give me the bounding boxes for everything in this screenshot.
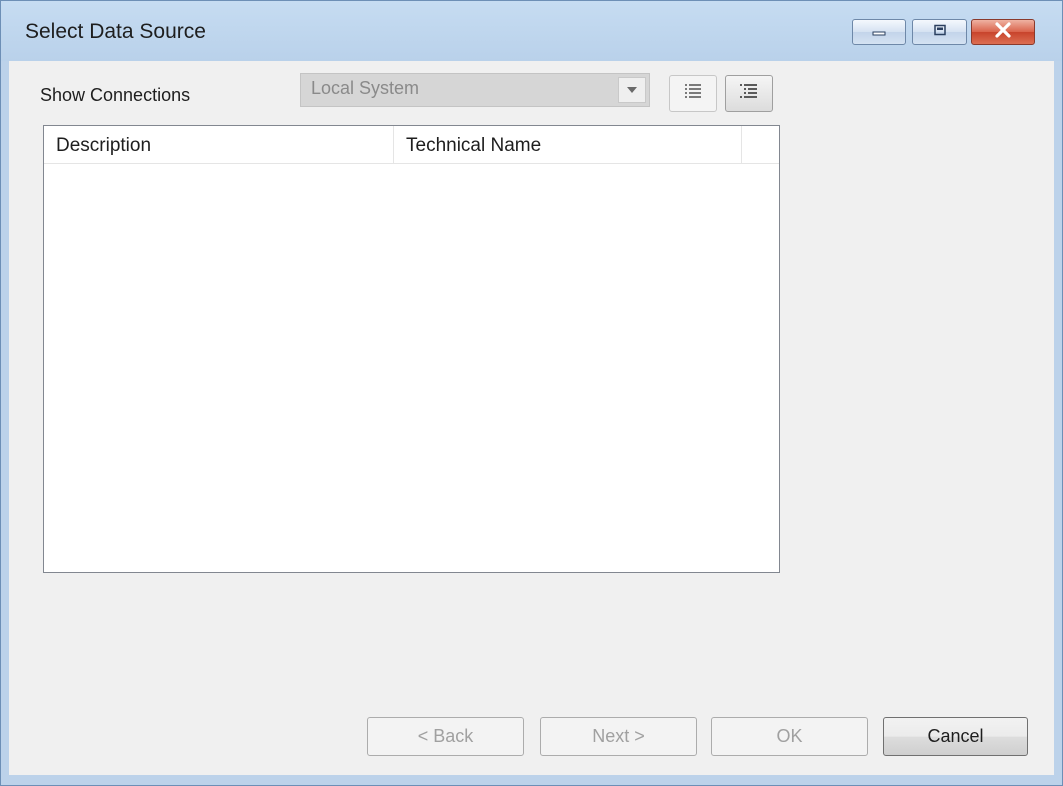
connections-dropdown[interactable]: Local System (300, 73, 650, 107)
list-view-button[interactable] (669, 75, 717, 112)
dialog-window: Select Data Source Show Connections Loca… (0, 0, 1063, 786)
close-button[interactable] (971, 19, 1035, 45)
minimize-icon (872, 23, 886, 41)
title-bar[interactable]: Select Data Source (1, 1, 1062, 61)
column-header-technical-name[interactable]: Technical Name (394, 126, 742, 163)
close-icon (994, 21, 1012, 43)
maximize-icon (933, 23, 947, 41)
minimize-button[interactable] (852, 19, 906, 45)
tree-view-icon (738, 82, 760, 105)
tree-view-button[interactable] (725, 75, 773, 112)
list-view-icon (683, 82, 703, 105)
cancel-button[interactable]: Cancel (883, 717, 1028, 756)
next-button[interactable]: Next > (540, 717, 697, 756)
chevron-down-icon (626, 81, 638, 99)
dropdown-arrow-button[interactable] (618, 77, 646, 103)
show-connections-label: Show Connections (40, 85, 191, 105)
connections-dropdown-value: Local System (311, 78, 420, 98)
ok-button[interactable]: OK (711, 717, 868, 756)
list-header: Description Technical Name (44, 126, 779, 164)
column-header-description[interactable]: Description (44, 126, 394, 163)
connections-list[interactable]: Description Technical Name (43, 125, 780, 573)
back-button[interactable]: < Back (367, 717, 524, 756)
column-header-filler (742, 126, 779, 163)
window-title: Select Data Source (25, 20, 206, 43)
maximize-button[interactable] (912, 19, 967, 45)
dialog-body: Show Connections Local System Descriptio… (9, 61, 1054, 775)
